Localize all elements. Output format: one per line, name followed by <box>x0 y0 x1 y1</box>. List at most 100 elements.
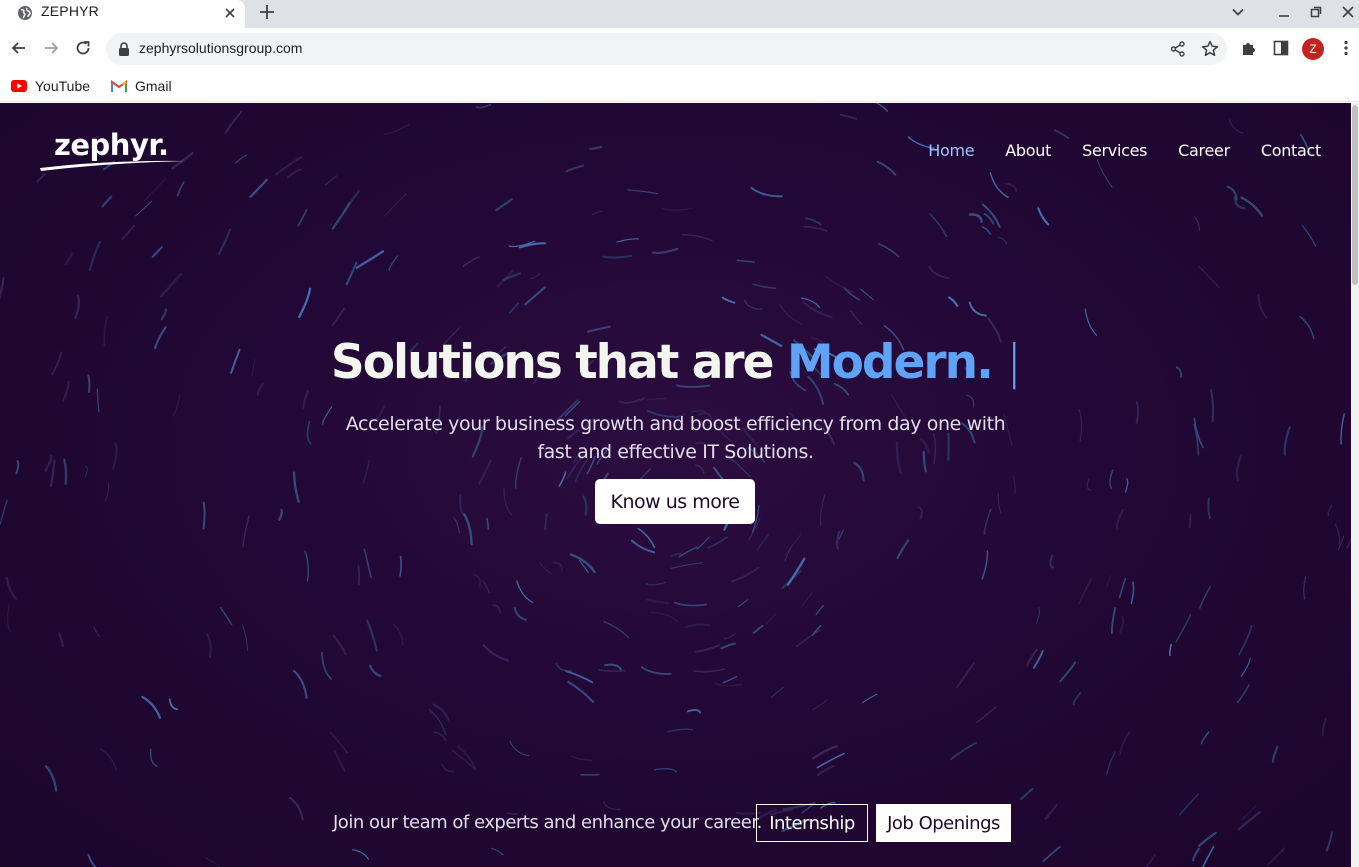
particle-streak <box>241 624 249 652</box>
particle-streak <box>150 748 158 767</box>
particle-streak <box>509 740 530 757</box>
particle-streak <box>475 103 492 109</box>
particle-streak <box>917 506 923 520</box>
restore-icon[interactable] <box>1306 2 1326 22</box>
particle-streak <box>219 606 233 626</box>
bookmark-gmail[interactable]: Gmail <box>111 76 172 96</box>
particle-streak <box>1059 661 1077 683</box>
particle-streak <box>589 145 603 151</box>
particle-streak <box>1327 504 1333 516</box>
nav-services[interactable]: Services <box>1082 141 1147 160</box>
particle-streak <box>1110 607 1117 635</box>
particle-streak <box>224 110 243 134</box>
lock-icon[interactable] <box>118 41 130 57</box>
particle-streak <box>875 103 889 112</box>
particle-streak <box>463 513 473 546</box>
job-openings-button[interactable]: Job Openings <box>876 804 1011 842</box>
particle-streak <box>673 601 707 607</box>
reload-icon[interactable] <box>73 38 93 58</box>
particle-streak <box>458 493 466 518</box>
particle-streak <box>693 668 726 673</box>
particle-streak <box>670 562 703 569</box>
minimize-icon[interactable] <box>1274 2 1294 22</box>
address-bar[interactable]: zephyrsolutionsgroup.com <box>106 33 1227 65</box>
particle-streak <box>645 397 667 401</box>
particle-streak <box>428 709 447 736</box>
bookmark-star-icon[interactable] <box>1200 39 1220 59</box>
particle-streak <box>151 246 163 258</box>
page-scrollbar[interactable] <box>1351 103 1359 867</box>
share-icon[interactable] <box>1169 40 1187 58</box>
chevron-down-icon[interactable] <box>1228 2 1248 22</box>
particle-streak <box>630 539 656 554</box>
bookmark-youtube[interactable]: YouTube <box>11 76 90 96</box>
particle-streak <box>929 213 948 238</box>
particle-streak <box>503 487 513 516</box>
particle-streak <box>752 625 764 634</box>
internship-button[interactable]: Internship <box>756 804 868 842</box>
particle-streak <box>989 172 1009 198</box>
particle-streak <box>637 527 656 549</box>
particle-streak <box>896 539 910 560</box>
particle-streak <box>1035 606 1041 624</box>
particle-streak <box>1118 577 1127 598</box>
particle-streak <box>144 178 166 201</box>
particle-streak <box>1228 119 1244 134</box>
forward-icon[interactable] <box>41 38 61 58</box>
particle-streak <box>627 189 659 195</box>
browser-toolbar: zephyrsolutionsgroup.com Z <box>0 28 1359 70</box>
particle-streak <box>57 632 65 648</box>
url-text[interactable]: zephyrsolutionsgroup.com <box>139 40 302 56</box>
particle-streak <box>101 195 113 208</box>
particle-streak <box>955 661 976 689</box>
scrollbar-thumb[interactable] <box>1352 105 1358 285</box>
particle-streak <box>1200 731 1210 745</box>
back-icon[interactable] <box>9 38 29 58</box>
particle-streak <box>492 604 501 614</box>
particle-streak <box>513 606 527 621</box>
youtube-icon <box>11 80 27 92</box>
close-window-icon[interactable] <box>1338 2 1358 22</box>
particle-streak <box>1335 523 1341 549</box>
particle-streak <box>297 209 308 227</box>
particle-streak <box>135 200 153 217</box>
particle-streak <box>1019 787 1034 801</box>
browser-tab[interactable]: ZEPHYR <box>0 0 245 28</box>
particle-streak <box>1303 576 1307 600</box>
side-panel-icon[interactable] <box>1271 38 1291 58</box>
particle-streak <box>796 629 821 647</box>
profile-avatar[interactable]: Z <box>1302 38 1324 60</box>
new-tab-icon[interactable] <box>256 1 278 23</box>
particle-streak <box>1340 413 1345 445</box>
particle-streak <box>1201 846 1215 867</box>
particle-streak <box>835 530 841 550</box>
particle-streak <box>286 168 302 179</box>
particle-streak <box>141 695 162 719</box>
extensions-puzzle-icon[interactable] <box>1239 38 1259 58</box>
particle-streak <box>966 394 975 408</box>
particle-streak <box>538 561 553 575</box>
nav-contact[interactable]: Contact <box>1261 141 1321 160</box>
more-menu-icon[interactable] <box>1336 38 1356 58</box>
nav-home[interactable]: Home <box>928 141 974 160</box>
particle-streak <box>1193 216 1201 231</box>
particle-streak <box>1096 159 1113 188</box>
particle-streak <box>1106 575 1112 588</box>
particle-streak <box>1168 643 1173 657</box>
nav-about[interactable]: About <box>1005 141 1051 160</box>
know-us-more-button[interactable]: Know us more <box>595 479 755 524</box>
zephyr-logo[interactable]: zephyr. <box>38 128 193 173</box>
particle-streak <box>722 675 738 684</box>
particle-streak <box>812 745 839 760</box>
particle-streak <box>983 212 995 225</box>
particle-streak <box>486 517 490 530</box>
particle-streak <box>217 228 231 255</box>
particle-streak <box>715 682 743 687</box>
nav-career[interactable]: Career <box>1178 141 1230 160</box>
particle-streak <box>366 619 378 652</box>
particle-streak <box>819 494 826 527</box>
close-tab-icon[interactable] <box>221 4 239 22</box>
particle-streak <box>329 731 349 754</box>
particle-streak <box>168 698 179 711</box>
particle-streak <box>441 763 455 773</box>
